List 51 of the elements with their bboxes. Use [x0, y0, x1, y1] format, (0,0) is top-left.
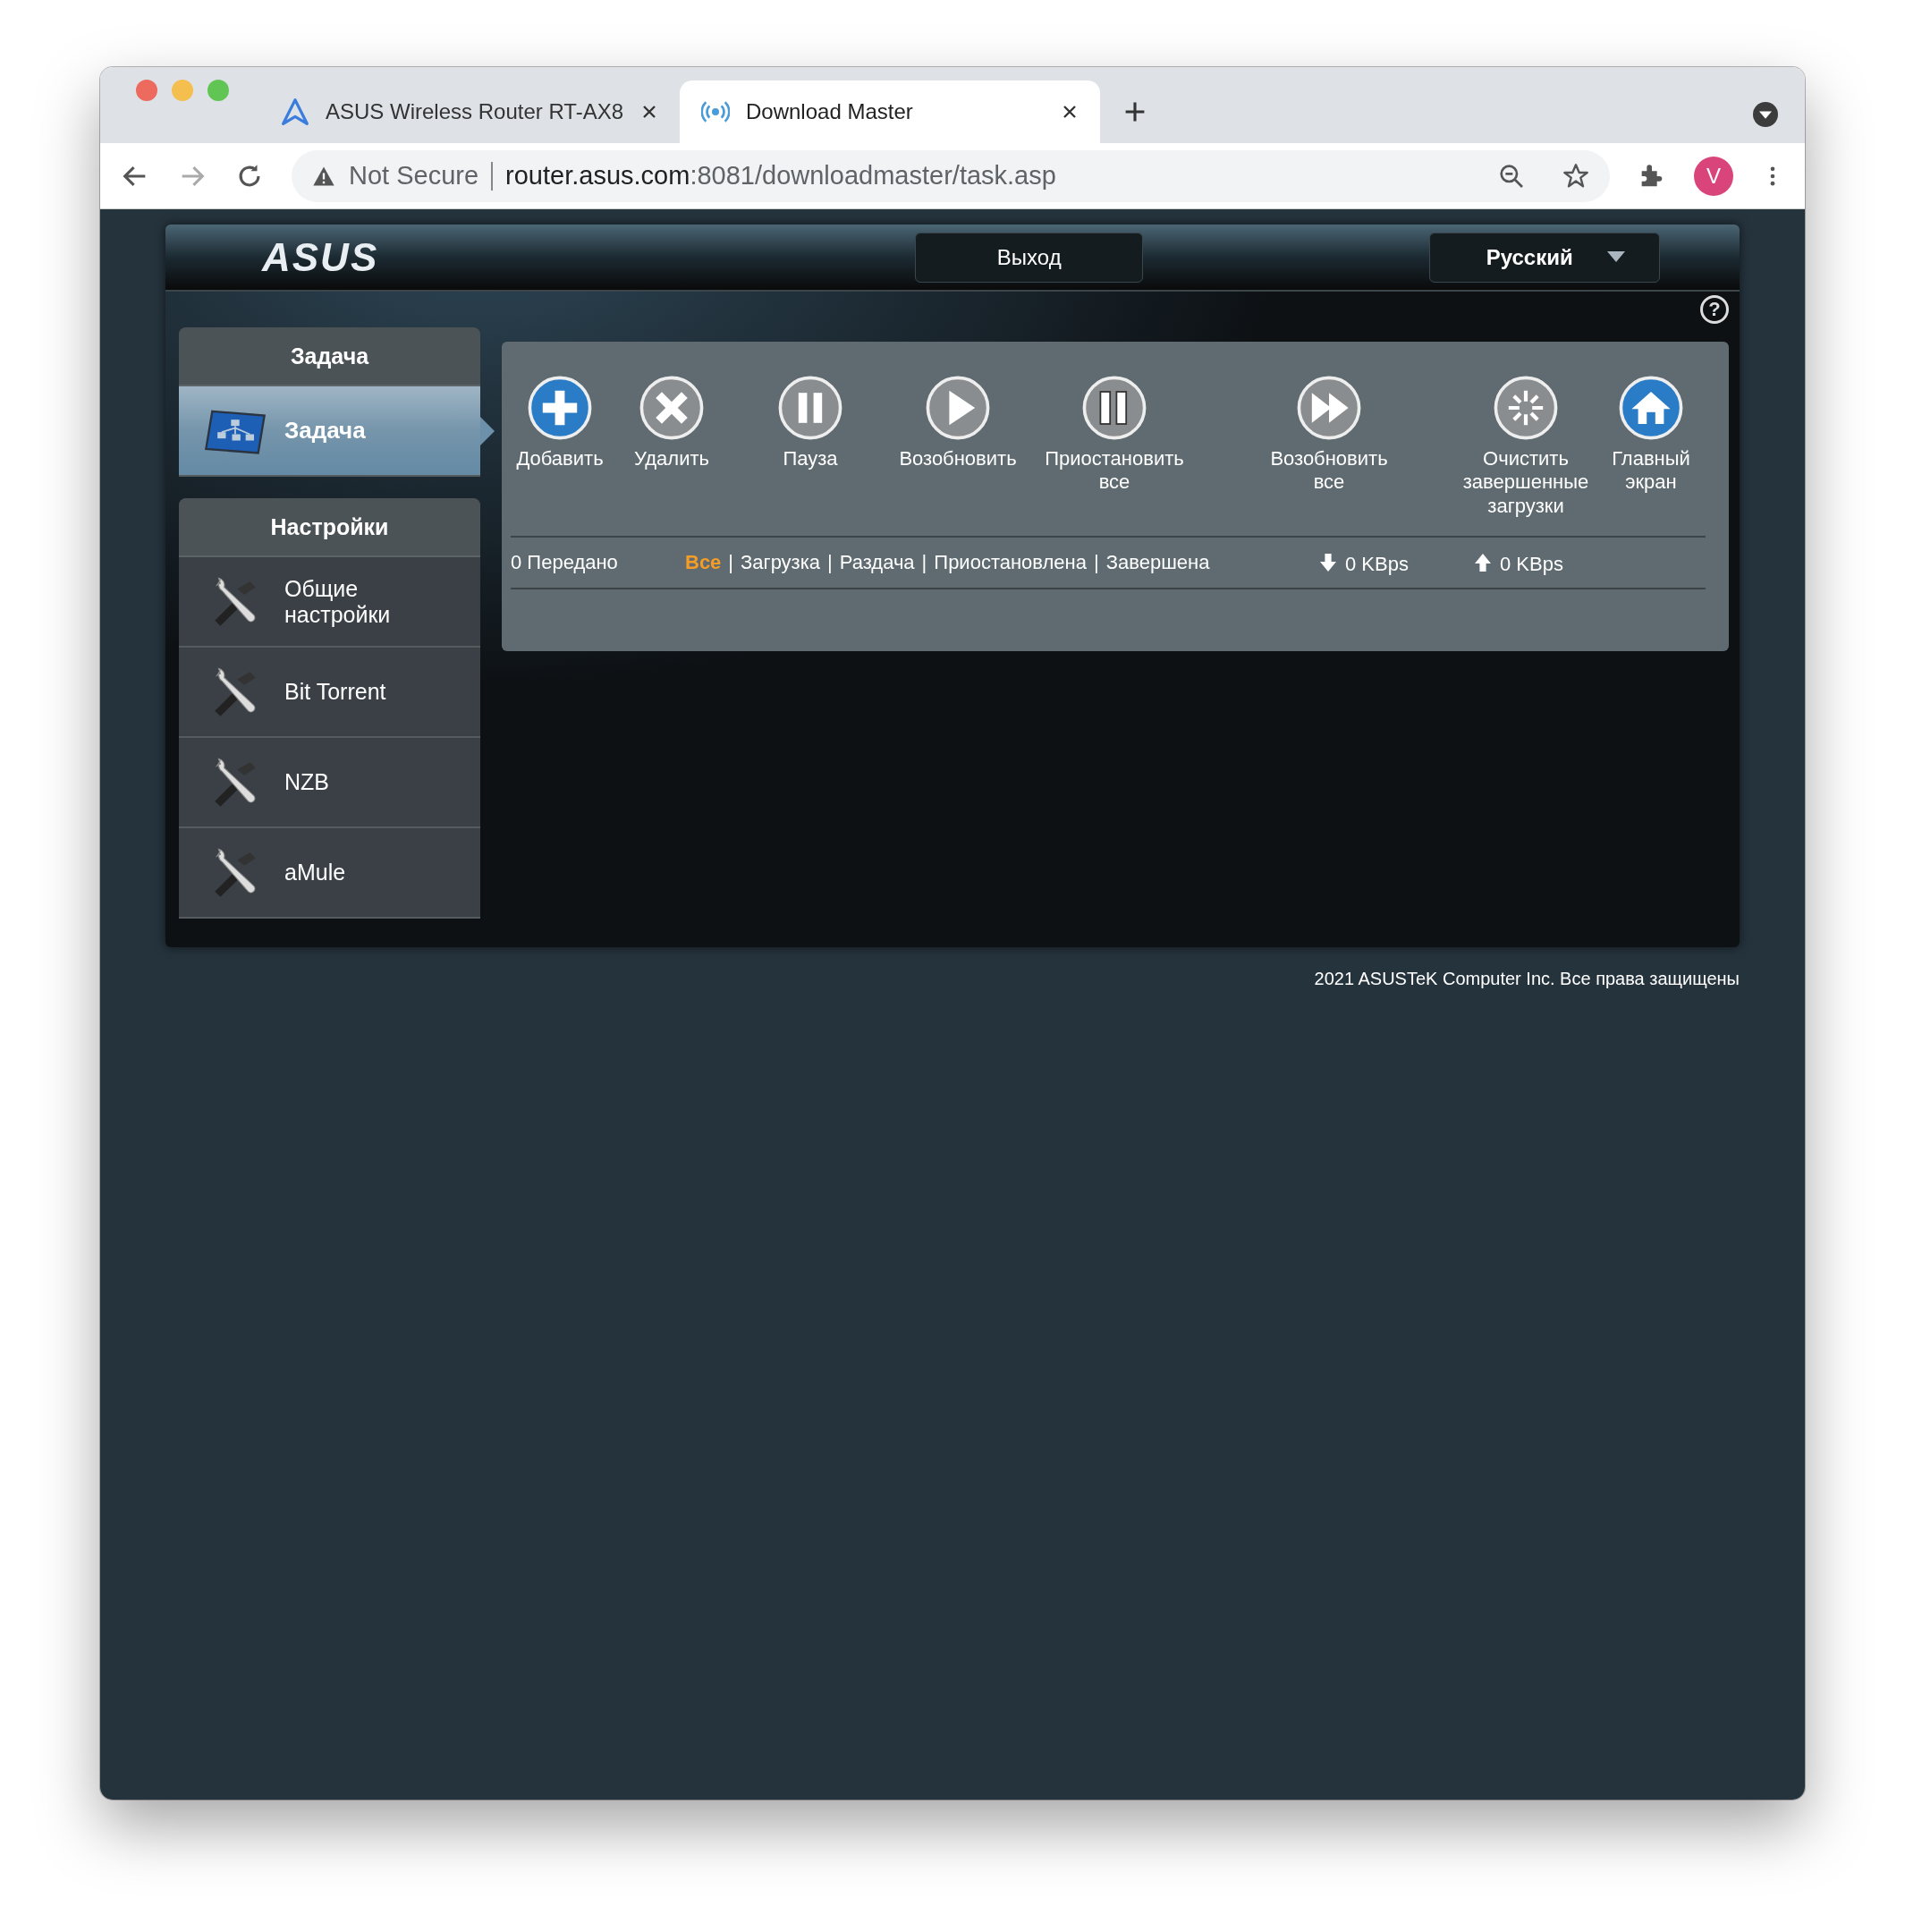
sidebar-item[interactable]: Bit Torrent [179, 648, 480, 738]
sidebar-item[interactable]: NZB [179, 738, 480, 828]
separator: | [728, 551, 734, 574]
pause-all-icon [1082, 376, 1147, 440]
clear-icon [1494, 376, 1558, 440]
separator: | [827, 551, 833, 574]
delete-icon [639, 376, 704, 440]
dropdown-icon[interactable] [1753, 102, 1778, 127]
separator: | [1094, 551, 1099, 574]
toolbar-button[interactable]: Возобновить [886, 376, 1029, 536]
toolbar-button[interactable]: Пауза [734, 376, 886, 536]
filter-link[interactable]: Приостановлена [934, 551, 1087, 574]
resume-icon [926, 376, 990, 440]
download-arrow-icon [1320, 554, 1336, 572]
resume-all-icon [1297, 376, 1361, 440]
upload-arrow-icon [1475, 554, 1491, 572]
sidebar-item[interactable]: Общие настройки [179, 557, 480, 648]
profile-avatar[interactable]: V [1694, 156, 1733, 196]
toolbar-button[interactable]: Приостановить все [1029, 376, 1199, 536]
caret-icon [1606, 250, 1625, 264]
help-icon[interactable]: ? [1700, 295, 1729, 324]
address-field[interactable]: Not Secure router.asus.com:8081/downloadmaster/task.asp [292, 149, 1610, 202]
pause-icon [778, 376, 842, 440]
filter-link[interactable]: Раздача [839, 551, 915, 574]
filter-link[interactable]: Завершена [1105, 551, 1210, 574]
toolbar-button[interactable]: Удалить [609, 376, 734, 536]
group-title: Задача [179, 327, 480, 386]
browser-tab[interactable]: Download Master [680, 80, 1100, 143]
separator: | [921, 551, 927, 574]
brand-logo: ASUS [262, 234, 379, 280]
group-title: Настройки [179, 498, 480, 557]
toolbar-button[interactable]: Главный экран [1602, 376, 1700, 536]
security-label: Not Secure [349, 161, 479, 191]
language-dropdown[interactable]: Русский [1429, 232, 1661, 283]
triangle-logo-icon [281, 97, 309, 126]
toolbar-button[interactable]: Добавить [511, 376, 609, 536]
toolbar-button[interactable]: Очистить завершенные загрузки [1450, 376, 1602, 536]
sidebar-item[interactable]: Задача [179, 386, 480, 477]
browser-tab[interactable]: ASUS Wireless Router RT-AX8 [259, 80, 680, 143]
logout-button[interactable]: Выход [915, 232, 1144, 283]
sidebar-item[interactable]: aMule [179, 828, 480, 919]
new-tab-icon[interactable] [1123, 100, 1147, 123]
toolbar-button[interactable]: Возобновить все [1262, 376, 1396, 536]
upload-speed: 0 KBps [1500, 553, 1564, 576]
add-icon [528, 376, 592, 440]
filter-link[interactable]: Загрузка [741, 551, 821, 574]
download-speed: 0 KBps [1345, 553, 1410, 576]
home-icon [1619, 376, 1683, 440]
transferred-count: 0 Передано [511, 551, 619, 574]
url-text: router.asus.com:8081/downloadmaster/task.asp [505, 161, 1056, 191]
copyright-text: 2021 ASUSTeK Computer Inc. Все права защищены [1313, 969, 1740, 989]
